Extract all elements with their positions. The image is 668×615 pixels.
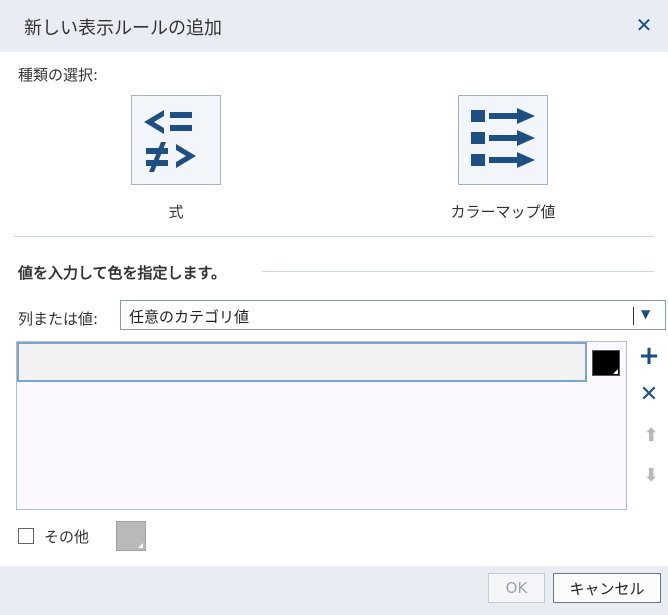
- select-divider: [633, 307, 634, 325]
- arrow-up-icon[interactable]: ⬆: [639, 424, 663, 448]
- other-checkbox[interactable]: [18, 528, 34, 544]
- column-or-value-selected: 任意のカテゴリ値: [129, 308, 250, 326]
- color-dropdown-corner: [613, 369, 618, 374]
- color-dropdown-corner: [138, 543, 143, 548]
- value-input[interactable]: [17, 342, 587, 382]
- expression-type-label: 式: [168, 203, 184, 221]
- section-title-rule: [262, 271, 654, 272]
- value-color-list: [16, 341, 627, 510]
- expression-type-button[interactable]: [131, 95, 221, 185]
- column-or-value-select[interactable]: 任意のカテゴリ値 ▼: [120, 300, 666, 330]
- close-icon[interactable]: ✕: [637, 383, 661, 407]
- other-color-picker[interactable]: [116, 521, 146, 551]
- cancel-button[interactable]: キャンセル: [553, 573, 661, 603]
- section-divider: [14, 236, 654, 237]
- rule-type-label: 種類の選択:: [18, 66, 99, 84]
- close-icon[interactable]: ✕: [632, 14, 656, 38]
- dialog-title: 新しい表示ルールの追加: [24, 18, 222, 39]
- dialog-titlebar: 新しい表示ルールの追加 ✕: [0, 0, 668, 52]
- column-or-value-label: 列または値:: [18, 310, 99, 328]
- color-map-icon: [471, 108, 535, 168]
- ok-button[interactable]: OK: [488, 573, 545, 603]
- add-display-rule-dialog: 新しい表示ルールの追加 ✕ 種類の選択: 式 カラーマップ値 値を入力して色を指…: [0, 0, 668, 615]
- section-title: 値を入力して色を指定します。: [18, 264, 227, 282]
- arrow-down-icon[interactable]: ⬇: [639, 464, 663, 488]
- plus-icon[interactable]: +: [637, 343, 661, 369]
- color-map-type-button[interactable]: [458, 95, 548, 185]
- chevron-down-icon: ▼: [641, 307, 651, 321]
- color-map-type-label: カラーマップ値: [450, 203, 556, 221]
- other-label: その他: [44, 528, 90, 546]
- expression-icon: [144, 110, 196, 172]
- value-color-picker[interactable]: [592, 350, 620, 376]
